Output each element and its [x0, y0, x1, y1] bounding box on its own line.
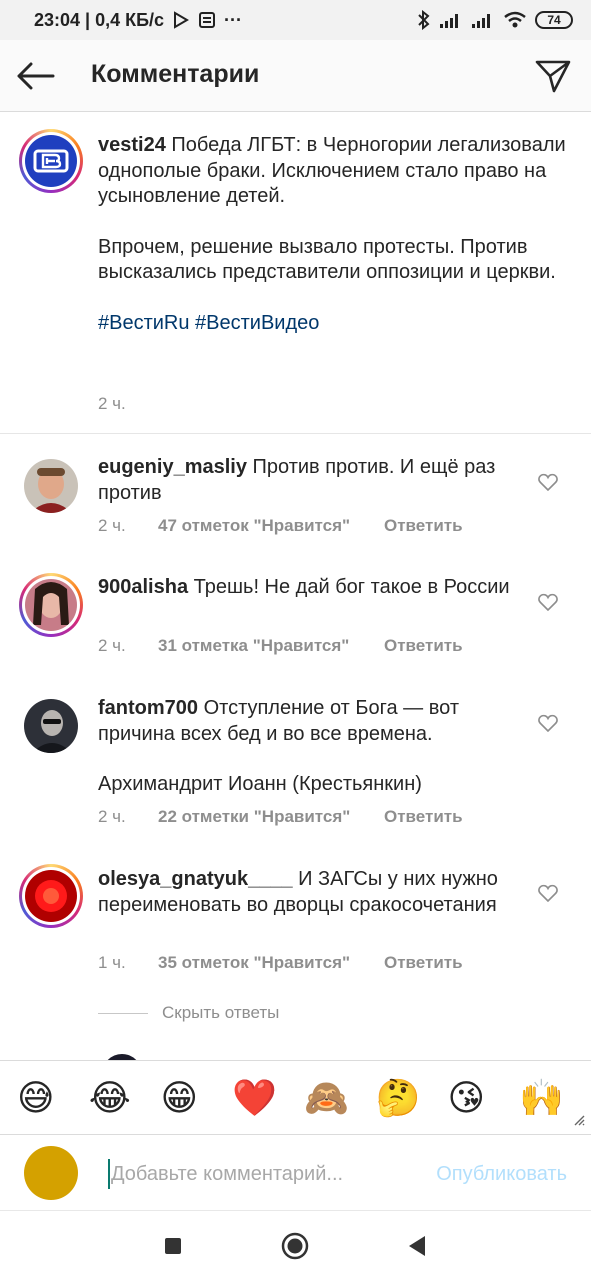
home-circle-icon	[281, 1232, 309, 1260]
comment-avatar[interactable]	[24, 459, 78, 513]
comment-time: 2 ч.	[98, 807, 126, 826]
comment-username[interactable]: fantom700	[98, 697, 198, 719]
emoji-quick-bar: 😅 😂 😁 ❤️ 🙈 🤔 😘 🙌	[0, 1060, 591, 1134]
comment-composer: Опубликовать	[0, 1134, 591, 1210]
comment-avatar[interactable]	[24, 699, 78, 753]
comment-text: olesya_gnatyuk____ И ЗАГСы у них нужно п…	[98, 867, 523, 918]
like-button[interactable]	[536, 590, 560, 614]
resize-grip-icon	[574, 1115, 585, 1126]
comment-username[interactable]: eugeniy_masliy	[98, 456, 247, 478]
post-paragraph-2: Впрочем, решение вызвало протесты. Проти…	[98, 235, 556, 284]
reply-button[interactable]: Ответить	[384, 636, 463, 656]
comment-meta: 2 ч. 22 отметки "Нравится" Ответить	[98, 807, 463, 827]
notes-icon	[198, 11, 216, 29]
heart-icon	[538, 884, 558, 902]
play-store-icon	[172, 11, 190, 29]
recents-square-icon	[165, 1238, 181, 1254]
reply-button[interactable]: Ответить	[384, 516, 463, 536]
back-triangle-icon	[409, 1236, 425, 1256]
home-button[interactable]	[280, 1231, 310, 1261]
emoji-heart[interactable]: ❤️	[232, 1077, 304, 1118]
vesti-logo-icon	[26, 136, 76, 186]
battery-icon: 74	[535, 11, 573, 29]
comment-text: fantom700 Отступление от Бога — вот прич…	[98, 696, 523, 798]
post-paragraph-1: Победа ЛГБТ: в Черногории легализовали о…	[98, 134, 566, 207]
like-button[interactable]	[536, 881, 560, 905]
emoji-kiss[interactable]: 😘	[448, 1077, 520, 1118]
comment-meta: 2 ч. 47 отметок "Нравится" Ответить	[98, 516, 463, 536]
comment-username[interactable]: 900alisha	[98, 576, 188, 598]
post-avatar[interactable]	[19, 129, 83, 193]
publish-button[interactable]: Опубликовать	[436, 1163, 567, 1186]
back-button[interactable]	[16, 58, 56, 94]
emoji-see-no-evil[interactable]: 🙈	[304, 1077, 376, 1118]
heart-icon	[538, 593, 558, 611]
comment-avatar[interactable]	[19, 573, 83, 637]
reply-button[interactable]: Ответить	[384, 953, 463, 973]
comment-likes[interactable]: 47 отметок "Нравится"	[158, 516, 384, 536]
comment-username[interactable]: olesya_gnatyuk____	[98, 868, 293, 890]
comment-time: 2 ч.	[98, 516, 126, 535]
comment-body-2: Архимандрит Иоанн (Крестьянкин)	[98, 773, 422, 795]
bluetooth-icon	[417, 10, 431, 30]
emoji-grin[interactable]: 😁	[161, 1077, 233, 1118]
reply-button[interactable]: Ответить	[384, 807, 463, 827]
hide-replies-label: Скрыть ответы	[162, 1003, 280, 1022]
comment-meta: 2 ч. 31 отметка "Нравится" Ответить	[98, 636, 463, 656]
comment-meta: 1 ч. 35 отметок "Нравится" Ответить	[98, 953, 463, 973]
wifi-icon	[503, 11, 527, 29]
comment-time: 1 ч.	[98, 953, 126, 972]
page-title: Комментарии	[91, 60, 260, 88]
header: Комментарии	[0, 40, 591, 112]
emoji-sweat-smile[interactable]: 😅	[17, 1077, 89, 1118]
comment-text: 900alisha Трешь! Не дай бог такое в Росс…	[98, 575, 523, 601]
post-caption: vesti24 Победа ЛГБТ: в Черногории легали…	[0, 112, 591, 434]
hide-replies-button[interactable]: Скрыть ответы	[98, 1003, 279, 1023]
share-button[interactable]	[533, 56, 573, 96]
signal-icon	[439, 11, 463, 29]
divider	[98, 1012, 148, 1014]
next-reply-peek	[98, 1052, 508, 1060]
post-time: 2 ч.	[98, 394, 126, 413]
status-time: 23:04 | 0,4 КБ/с	[34, 9, 165, 30]
comment-text: eugeniy_masliy Против против. И ещё раз …	[98, 455, 523, 506]
back-nav-button[interactable]	[402, 1231, 432, 1261]
comment-body: Трешь! Не дай бог такое в России	[193, 576, 510, 598]
comment-likes[interactable]: 35 отметок "Нравится"	[158, 953, 384, 973]
comment-time: 2 ч.	[98, 636, 126, 655]
signal-icon-2	[471, 11, 495, 29]
like-button[interactable]	[536, 711, 560, 735]
back-arrow-icon	[17, 62, 55, 90]
my-avatar	[24, 1146, 78, 1200]
recents-button[interactable]	[158, 1231, 188, 1261]
direct-send-icon	[535, 60, 571, 93]
comment-input[interactable]	[108, 1159, 408, 1189]
emoji-raised-hands[interactable]: 🙌	[519, 1077, 591, 1118]
hashtag-vestivideo[interactable]: #ВестиВидео	[195, 312, 319, 334]
system-navigation-bar	[0, 1210, 591, 1280]
comment-avatar[interactable]	[19, 864, 83, 928]
post-text: vesti24 Победа ЛГБТ: в Черногории легали…	[98, 133, 578, 336]
emoji-joy[interactable]: 😂	[89, 1077, 161, 1118]
more-notifications-icon: ···	[224, 9, 243, 30]
comment-likes[interactable]: 22 отметки "Нравится"	[158, 807, 384, 827]
hashtag-vestiru[interactable]: #ВестиRu	[98, 312, 189, 334]
post-username[interactable]: vesti24	[98, 134, 166, 156]
comment-likes[interactable]: 31 отметка "Нравится"	[158, 636, 384, 656]
emoji-thinking[interactable]: 🤔	[376, 1077, 448, 1118]
heart-icon	[538, 714, 558, 732]
like-button[interactable]	[536, 470, 560, 494]
status-bar: 23:04 | 0,4 КБ/с ··· 74	[0, 0, 591, 40]
heart-icon	[538, 473, 558, 491]
